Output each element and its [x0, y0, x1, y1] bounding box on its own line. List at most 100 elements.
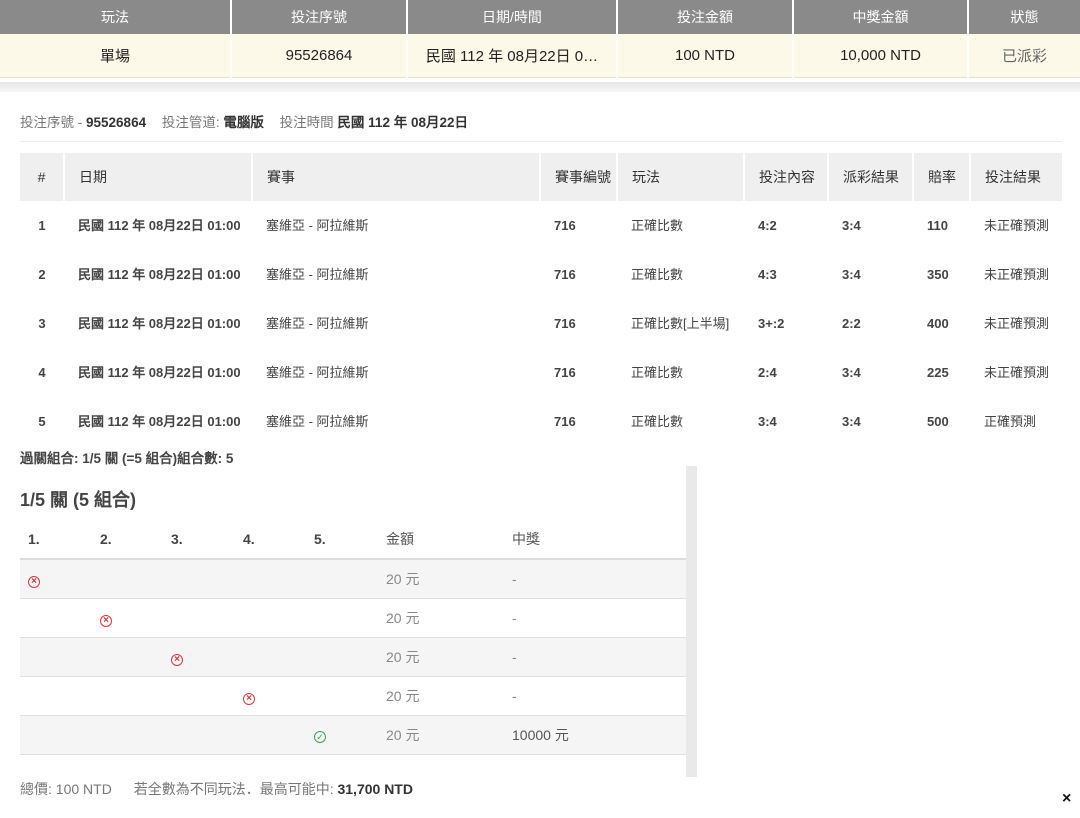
summary-row[interactable]: 單場 95526864 民國 112 年 08月22日 0… 100 NTD 1… — [0, 34, 1080, 78]
summary-serial: 95526864 — [231, 34, 408, 78]
combo-cell: × — [163, 637, 235, 677]
serial-label: 投注序號 - — [20, 115, 83, 130]
detail-odds: 400 — [927, 316, 949, 331]
combo-amount: 20 元 — [378, 715, 504, 755]
combo-prize: - — [504, 676, 686, 716]
combo-summary: 過關組合: 1/5 關 (=5 組合)組合數: 5 — [20, 451, 234, 466]
detail-date: 民國 112 年 08月22日 01:00 — [78, 267, 241, 282]
combo-prize: - — [504, 559, 686, 599]
detail-result: 3:4 — [842, 414, 861, 429]
combo-cell — [163, 559, 235, 599]
detail-play: 正確比數 — [631, 218, 684, 233]
combo-row: × 20 元 - — [20, 559, 686, 599]
combo-row: × 20 元 - — [20, 637, 686, 677]
combo-header-1: 1. — [20, 520, 92, 560]
close-button[interactable]: × — [1062, 790, 1071, 808]
summary-header-datetime: 日期/時間 — [407, 0, 618, 34]
summary-play: 單場 — [0, 34, 232, 78]
detail-match: 塞維亞 - 阿拉維斯 — [266, 267, 369, 282]
total-label: 總價: — [20, 781, 52, 797]
summary-status: 已派彩 — [968, 34, 1080, 78]
detail-odds: 500 — [927, 414, 949, 429]
detail-play: 正確比數 — [631, 365, 684, 380]
combo-cell — [20, 676, 92, 716]
combo-amount: 20 元 — [378, 598, 504, 638]
detail-header-odds: 賠率 — [913, 153, 971, 201]
time-value: 民國 112 年 08月22日 — [337, 115, 468, 130]
detail-outcome: 未正確預測 — [984, 267, 1050, 282]
scrollbar[interactable] — [686, 466, 697, 777]
detail-row: 5 民國 112 年 08月22日 01:00 塞維亞 - 阿拉維斯 716 正… — [20, 397, 1063, 446]
detail-result: 3:4 — [842, 267, 861, 282]
summary-header-play: 玩法 — [0, 0, 232, 34]
combo-cell — [163, 598, 235, 638]
detail-header-match-id: 賽事編號 — [540, 153, 618, 201]
check-circle-icon: ✓ — [314, 731, 326, 743]
detail-outcome: 未正確預測 — [984, 316, 1050, 331]
combo-cell — [235, 637, 306, 677]
combo-row: ✓ 20 元 10000 元 — [20, 715, 686, 755]
detail-bet: 4:2 — [758, 218, 777, 233]
detail-header-play: 玩法 — [617, 153, 745, 201]
combo-header-amount: 金額 — [378, 520, 504, 560]
detail-match-id: 716 — [554, 365, 576, 380]
footer: 總價: 100 NTD 若全數為不同玩法．最高可能中: 31,700 NTD — [20, 779, 413, 799]
combo-cell: × — [92, 598, 163, 638]
summary-amount: 100 NTD — [617, 34, 794, 78]
detail-match: 塞維亞 - 阿拉維斯 — [266, 316, 369, 331]
combo-header-row: 1. 2. 3. 4. 5. 金額 中獎 — [20, 520, 686, 560]
detail-header-result: 派彩結果 — [828, 153, 914, 201]
time-label: 投注時間 — [279, 115, 334, 130]
detail-result: 3:4 — [842, 365, 861, 380]
x-circle-icon: × — [243, 692, 255, 705]
x-circle-icon: × — [100, 614, 112, 627]
detail-match: 塞維亞 - 阿拉維斯 — [266, 365, 369, 380]
combo-cell: ✓ — [306, 715, 378, 755]
combo-title: 1/5 關 (5 組合) — [20, 490, 137, 510]
bet-detail-table: # 日期 賽事 賽事編號 玩法 投注內容 派彩結果 賠率 投注結果 1 民國 1… — [20, 153, 1064, 446]
combo-cell — [92, 559, 163, 599]
detail-date: 民國 112 年 08月22日 01:00 — [78, 316, 241, 331]
detail-num: 3 — [38, 316, 46, 331]
combo-header-prize: 中獎 — [504, 520, 686, 560]
combo-cell — [306, 559, 378, 599]
detail-bet: 2:4 — [758, 365, 777, 380]
detail-date: 民國 112 年 08月22日 01:00 — [78, 414, 241, 429]
detail-header-row: # 日期 賽事 賽事編號 玩法 投注內容 派彩結果 賠率 投注結果 — [20, 153, 1064, 201]
combo-cell — [20, 715, 92, 755]
detail-date: 民國 112 年 08月22日 01:00 — [78, 218, 241, 233]
detail-outcome: 未正確預測 — [984, 218, 1050, 233]
detail-result: 3:4 — [842, 218, 861, 233]
combo-header-2: 2. — [92, 520, 163, 560]
summary-header-prize: 中獎金額 — [793, 0, 969, 34]
detail-match-id: 716 — [554, 267, 576, 282]
summary-header-status: 狀態 — [968, 0, 1080, 34]
detail-date: 民國 112 年 08月22日 01:00 — [78, 365, 241, 380]
detail-bet: 3+:2 — [758, 316, 785, 331]
detail-header-date: 日期 — [64, 153, 253, 201]
combo-cell — [306, 676, 378, 716]
detail-match: 塞維亞 - 阿拉維斯 — [266, 218, 369, 233]
detail-outcome: 正確預測 — [984, 414, 1037, 429]
total-value: 100 NTD — [55, 781, 112, 797]
combo-amount: 20 元 — [378, 559, 504, 599]
detail-header-match: 賽事 — [252, 153, 541, 201]
combo-cell — [235, 715, 306, 755]
detail-header-num: # — [20, 153, 65, 201]
detail-num: 5 — [38, 414, 46, 429]
detail-match-id: 716 — [554, 218, 576, 233]
combo-prize: 10000 元 — [504, 715, 686, 755]
combo-cell — [92, 676, 163, 716]
x-circle-icon: × — [171, 653, 183, 666]
combo-cell — [92, 637, 163, 677]
summary-header-amount: 投注金額 — [617, 0, 794, 34]
detail-odds: 350 — [927, 267, 949, 282]
detail-match: 塞維亞 - 阿拉維斯 — [266, 414, 369, 429]
combo-cell — [306, 637, 378, 677]
summary-header-row: 玩法 投注序號 日期/時間 投注金額 中獎金額 狀態 — [0, 0, 1080, 34]
channel-value: 電腦版 — [223, 115, 264, 130]
combo-row: × 20 元 - — [20, 676, 686, 716]
combo-cell — [163, 715, 235, 755]
detail-row: 1 民國 112 年 08月22日 01:00 塞維亞 - 阿拉維斯 716 正… — [20, 201, 1063, 250]
info-divider — [20, 141, 1062, 142]
